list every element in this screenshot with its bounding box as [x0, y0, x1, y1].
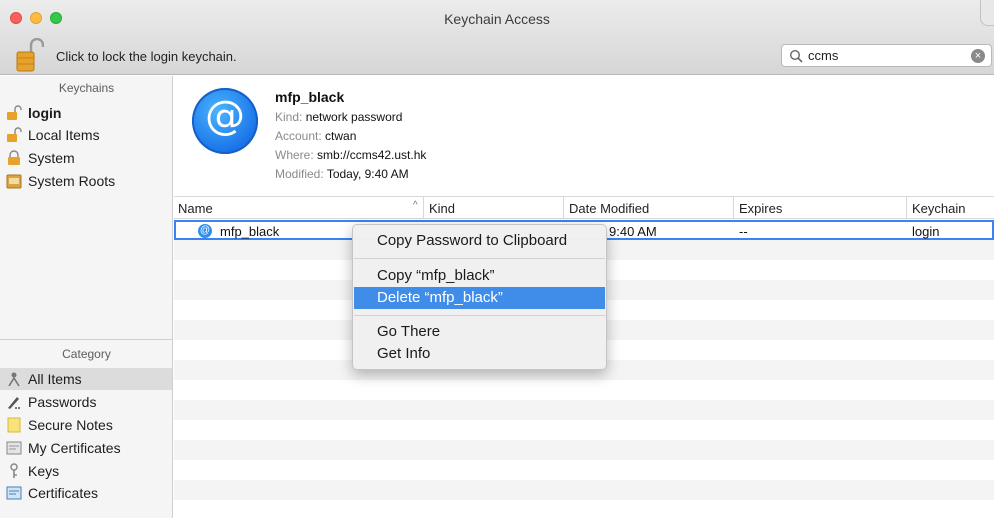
column-divider	[423, 197, 424, 219]
pen-icon	[8, 397, 20, 409]
unlocked-lock-icon	[7, 127, 22, 142]
certificate-icon	[6, 441, 22, 455]
sidebar-item-local-items[interactable]: Local Items	[0, 124, 172, 146]
cabinet-icon	[6, 174, 22, 189]
item-kind: Kind: network password	[275, 110, 403, 124]
column-header-date-modified[interactable]: Date Modified	[569, 201, 649, 216]
row-date-modified: 9:40 AM	[609, 224, 657, 239]
column-header-expires[interactable]: Expires	[739, 201, 782, 216]
empty-row	[174, 480, 994, 500]
category-label: My Certificates	[28, 440, 121, 456]
category-keys[interactable]: Keys	[0, 460, 172, 482]
column-header-kind[interactable]: Kind	[429, 201, 455, 216]
column-header-keychain[interactable]: Keychain	[912, 201, 965, 216]
sidebar-item-login[interactable]: login	[0, 102, 172, 124]
sidebar-item-system[interactable]: System	[0, 147, 172, 169]
search-input-value[interactable]: ccms	[808, 48, 838, 63]
menu-item-delete[interactable]: Delete “mfp_black”	[354, 287, 605, 309]
table-header: Name ^ Kind Date Modified Expires Keycha…	[174, 196, 994, 219]
all-items-icon	[8, 372, 20, 387]
row-expires: --	[739, 224, 748, 239]
clear-search-icon[interactable]: ×	[971, 49, 985, 63]
sidebar-item-label: login	[28, 105, 62, 121]
item-account: Account: ctwan	[275, 129, 357, 143]
category-certificates[interactable]: Certificates	[0, 482, 172, 504]
empty-row	[174, 460, 994, 480]
category-all-items[interactable]: All Items	[0, 368, 172, 390]
column-divider	[563, 197, 564, 219]
search-field[interactable]: ccms ×	[781, 44, 992, 67]
certificate-icon	[6, 486, 22, 500]
window-edge-tab	[980, 0, 994, 26]
key-icon	[10, 463, 18, 478]
sidebar-item-label: System Roots	[28, 173, 116, 189]
category-header: Category	[62, 347, 111, 361]
category-passwords[interactable]: Passwords	[0, 391, 172, 413]
column-divider	[733, 197, 734, 219]
window-title: Keychain Access	[444, 11, 550, 27]
window-toolbar: Keychain Access Click to lock the login …	[0, 0, 994, 75]
lock-keychain-label[interactable]: Click to lock the login keychain.	[56, 49, 237, 64]
sidebar-divider	[0, 339, 173, 340]
sidebar-item-system-roots[interactable]: System Roots	[0, 170, 172, 192]
category-secure-notes[interactable]: Secure Notes	[0, 414, 172, 436]
menu-separator	[354, 315, 605, 316]
at-sign-icon: @	[192, 88, 258, 154]
category-my-certificates[interactable]: My Certificates	[0, 437, 172, 459]
menu-separator	[354, 258, 605, 259]
category-label: Secure Notes	[28, 417, 113, 433]
menu-item-copy-name[interactable]: Copy “mfp_black”	[354, 265, 605, 287]
sort-ascending-icon: ^	[413, 200, 418, 211]
context-menu: Copy Password to Clipboard Copy “mfp_bla…	[352, 224, 607, 370]
keychains-header: Keychains	[58, 81, 115, 95]
item-detail-panel: @ mfp_black Kind: network password Accou…	[174, 76, 994, 196]
row-name: mfp_black	[220, 224, 280, 239]
note-icon	[7, 417, 21, 433]
category-label: Keys	[28, 463, 60, 479]
sidebar-item-label: System	[28, 150, 75, 166]
menu-item-go-there[interactable]: Go There	[354, 321, 605, 343]
item-where: Where: smb://ccms42.ust.hk	[275, 148, 427, 162]
at-sign-icon: @	[198, 224, 212, 238]
empty-row	[174, 400, 994, 420]
category-label: Passwords	[28, 394, 97, 410]
column-divider	[906, 197, 907, 219]
row-keychain: login	[912, 224, 940, 239]
menu-item-get-info[interactable]: Get Info	[354, 343, 605, 365]
locked-lock-icon	[8, 150, 20, 165]
search-icon	[789, 49, 803, 63]
item-name: mfp_black	[275, 89, 345, 105]
sidebar: Keychains login Local Items System Syste…	[0, 76, 173, 518]
empty-row	[174, 380, 994, 400]
unlocked-lock-icon	[7, 105, 22, 120]
menu-item-copy-password[interactable]: Copy Password to Clipboard	[354, 230, 605, 252]
unlocked-lock-icon[interactable]	[16, 38, 44, 72]
empty-row	[174, 440, 994, 460]
category-label: Certificates	[28, 485, 99, 501]
column-header-name[interactable]: Name	[178, 201, 213, 216]
item-modified: Modified: Today, 9:40 AM	[275, 167, 409, 181]
empty-row	[174, 500, 994, 518]
sidebar-item-label: Local Items	[28, 127, 100, 143]
category-label: All Items	[28, 371, 82, 387]
empty-row	[174, 420, 994, 440]
